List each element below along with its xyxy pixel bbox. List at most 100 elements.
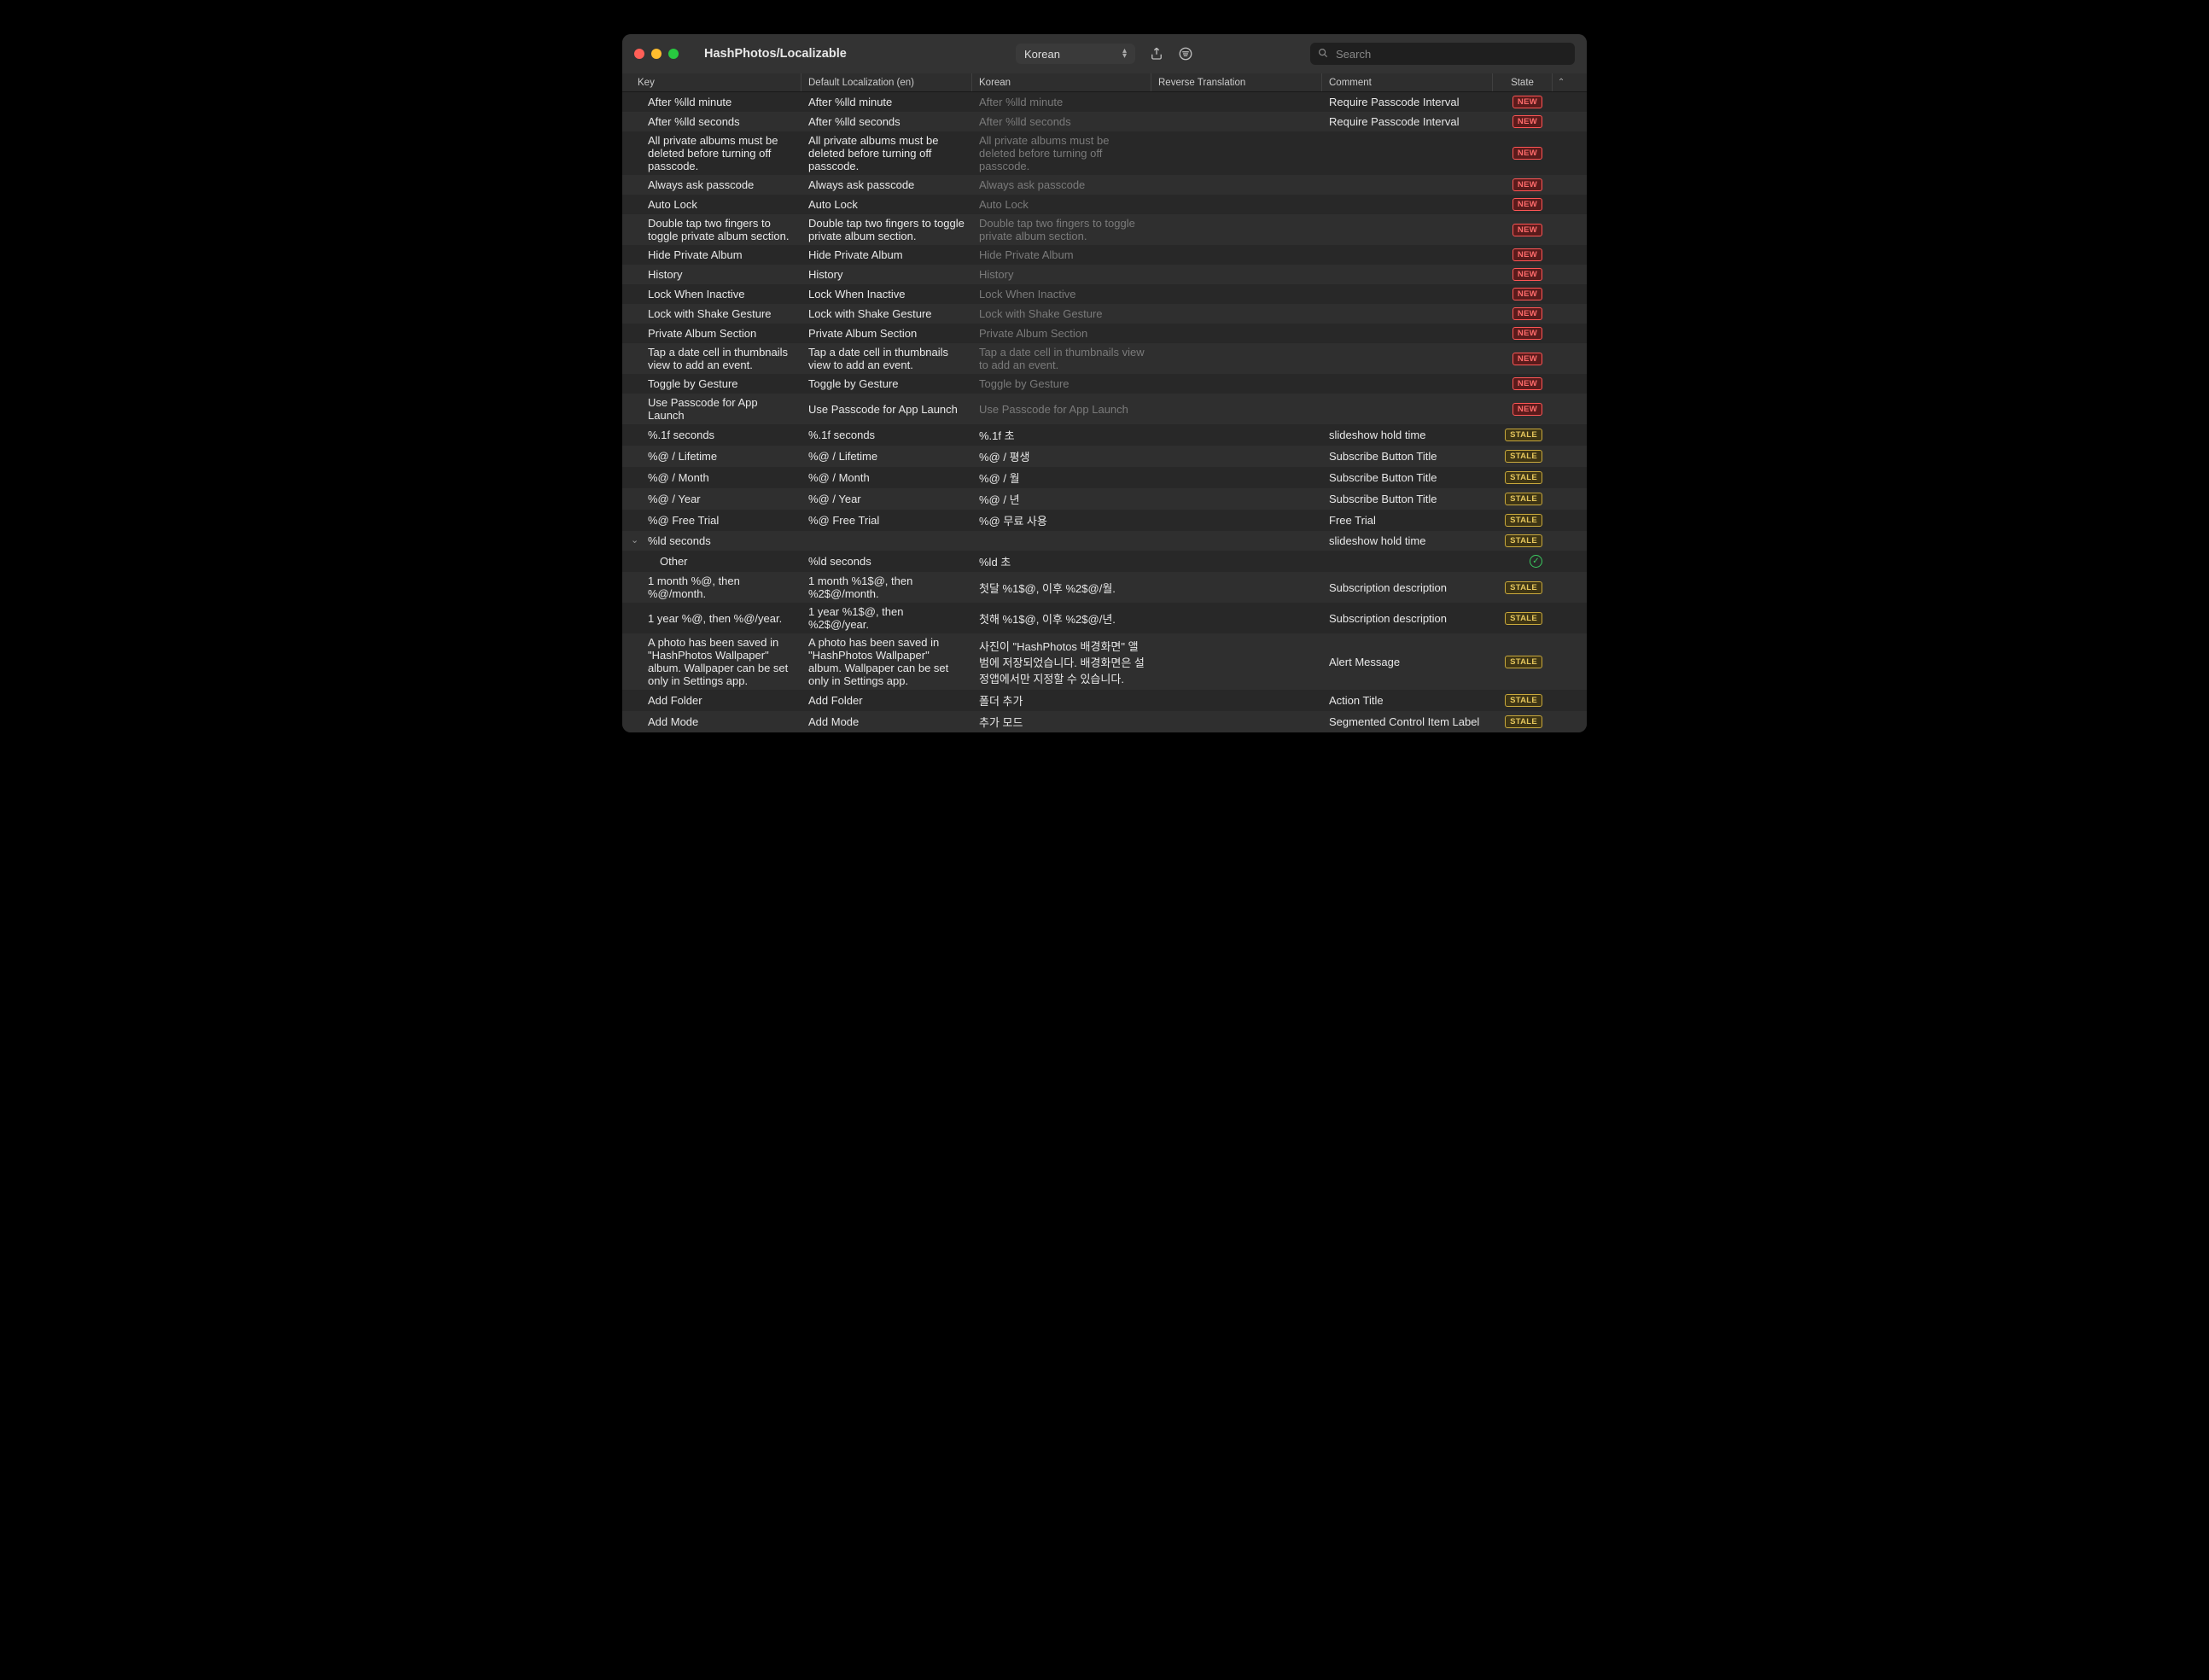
cell-state: NEW [1493, 115, 1570, 128]
search-container [1310, 43, 1575, 65]
table-row[interactable]: After %lld secondsAfter %lld secondsAfte… [622, 112, 1587, 131]
cell-state: NEW [1493, 403, 1570, 416]
cell-default: After %lld seconds [801, 115, 972, 128]
cell-korean[interactable]: %@ 무료 사용 [972, 512, 1151, 528]
table-row[interactable]: Toggle by GestureToggle by GestureToggle… [622, 374, 1587, 394]
table-row[interactable]: After %lld minuteAfter %lld minuteAfter … [622, 92, 1587, 112]
cell-korean[interactable]: All private albums must be deleted befor… [972, 134, 1151, 172]
table-row[interactable]: %@ / Year%@ / Year%@ / 년Subscribe Button… [622, 488, 1587, 510]
filter-icon[interactable] [1178, 46, 1193, 61]
table-row[interactable]: 1 year %@, then %@/year.1 year %1$@, the… [622, 603, 1587, 633]
cell-korean[interactable]: Hide Private Album [972, 248, 1151, 261]
table-row[interactable]: Always ask passcodeAlways ask passcodeAl… [622, 175, 1587, 195]
cell-state: NEW [1493, 268, 1570, 281]
cell-korean[interactable]: History [972, 268, 1151, 281]
window-title: HashPhotos/Localizable [704, 47, 847, 61]
col-reverse[interactable]: Reverse Translation [1151, 73, 1322, 91]
col-korean[interactable]: Korean [972, 73, 1151, 91]
cell-default: After %lld minute [801, 96, 972, 108]
table-row[interactable]: Auto LockAuto LockAuto LockNEW [622, 195, 1587, 214]
table-row[interactable]: Double tap two fingers to toggle private… [622, 214, 1587, 245]
cell-state: NEW [1493, 147, 1570, 160]
table-row[interactable]: Lock When InactiveLock When InactiveLock… [622, 284, 1587, 304]
cell-key: Auto Lock [622, 198, 801, 211]
language-select[interactable]: Korean ▴▾ [1016, 44, 1135, 64]
cell-state: STALE [1493, 471, 1570, 484]
state-badge-new: NEW [1512, 307, 1542, 320]
table-row[interactable]: 1 month %@, then %@/month.1 month %1$@, … [622, 572, 1587, 603]
cell-state: STALE [1493, 612, 1570, 625]
cell-korean[interactable]: 첫해 %1$@, 이후 %2$@/년. [972, 610, 1151, 627]
table-row[interactable]: Hide Private AlbumHide Private AlbumHide… [622, 245, 1587, 265]
state-badge-stale: STALE [1505, 612, 1542, 625]
cell-korean[interactable]: Auto Lock [972, 198, 1151, 211]
col-sort-indicator[interactable]: ⌃ [1553, 73, 1570, 91]
table-row[interactable]: Tap a date cell in thumbnails view to ad… [622, 343, 1587, 374]
table-row[interactable]: Lock with Shake GestureLock with Shake G… [622, 304, 1587, 324]
table-row[interactable]: Other%ld seconds%ld 초✓ [622, 551, 1587, 572]
search-input[interactable] [1310, 43, 1575, 65]
close-button[interactable] [634, 49, 644, 59]
zoom-button[interactable] [668, 49, 679, 59]
cell-key: Add Folder [622, 694, 801, 707]
cell-korean[interactable]: %@ / 년 [972, 491, 1151, 507]
table-row[interactable]: ⌄%ld secondsslideshow hold timeSTALE [622, 531, 1587, 551]
cell-korean[interactable]: Private Album Section [972, 327, 1151, 340]
cell-korean[interactable]: Double tap two fingers to toggle private… [972, 217, 1151, 242]
cell-korean[interactable]: Lock with Shake Gesture [972, 307, 1151, 320]
table-row[interactable]: A photo has been saved in "HashPhotos Wa… [622, 633, 1587, 690]
table-row[interactable]: Use Passcode for App Launch Use Passcode … [622, 394, 1587, 424]
cell-default: %@ / Month [801, 471, 972, 484]
col-state[interactable]: State [1493, 73, 1553, 91]
cell-korean[interactable]: 폴더 추가 [972, 692, 1151, 709]
table-row[interactable]: %@ / Month%@ / Month%@ / 월Subscribe Butt… [622, 467, 1587, 488]
cell-korean[interactable]: 추가 모드 [972, 714, 1151, 730]
cell-korean[interactable]: 사진이 "HashPhotos 배경화면" 앨범에 저장되었습니다. 배경화면은… [972, 638, 1151, 686]
disclosure-icon[interactable]: ⌄ [631, 534, 638, 545]
titlebar: HashPhotos/Localizable Korean ▴▾ [622, 34, 1587, 73]
cell-state: STALE [1493, 581, 1570, 594]
table-row[interactable]: Private Album SectionPrivate Album Secti… [622, 324, 1587, 343]
state-badge-stale: STALE [1505, 715, 1542, 728]
cell-default: %@ Free Trial [801, 514, 972, 527]
cell-korean[interactable]: After %lld minute [972, 96, 1151, 108]
table-row[interactable]: %@ / Lifetime%@ / Lifetime%@ / 평생Subscri… [622, 446, 1587, 467]
cell-state: NEW [1493, 377, 1570, 390]
table-row[interactable]: %.1f seconds%.1f seconds%.1f 초slideshow … [622, 424, 1587, 446]
table-row[interactable]: HistoryHistoryHistoryNEW [622, 265, 1587, 284]
col-comment[interactable]: Comment [1322, 73, 1493, 91]
cell-korean[interactable]: 첫달 %1$@, 이후 %2$@/월. [972, 580, 1151, 596]
cell-state: STALE [1493, 534, 1570, 547]
table-row[interactable]: Add ModeAdd Mode추가 모드Segmented Control I… [622, 711, 1587, 732]
cell-korean[interactable]: %@ / 월 [972, 470, 1151, 486]
export-icon[interactable] [1149, 46, 1164, 61]
language-select-value: Korean [1024, 48, 1060, 61]
cell-korean[interactable]: Lock When Inactive [972, 288, 1151, 300]
cell-key: Hide Private Album [622, 248, 801, 261]
col-key[interactable]: Key [622, 73, 801, 91]
col-default[interactable]: Default Localization (en) [801, 73, 972, 91]
cell-default: Private Album Section [801, 327, 972, 340]
cell-default: Always ask passcode [801, 178, 972, 191]
cell-default: Add Mode [801, 715, 972, 728]
cell-key: Use Passcode for App Launch [622, 396, 801, 422]
cell-key: %.1f seconds [622, 429, 801, 441]
cell-korean[interactable]: Toggle by Gesture [972, 377, 1151, 390]
cell-korean[interactable]: Tap a date cell in thumbnails view to ad… [972, 346, 1151, 371]
minimize-button[interactable] [651, 49, 662, 59]
cell-state: NEW [1493, 224, 1570, 236]
table-row[interactable]: Add FolderAdd Folder폴더 추가Action TitleSTA… [622, 690, 1587, 711]
cell-korean[interactable]: Always ask passcode [972, 178, 1151, 191]
cell-comment: Alert Message [1322, 656, 1493, 668]
cell-default: Toggle by Gesture [801, 377, 972, 390]
state-badge-new: NEW [1512, 115, 1542, 128]
state-badge-new: NEW [1512, 353, 1542, 365]
cell-korean[interactable]: %@ / 평생 [972, 448, 1151, 464]
table-row[interactable]: All private albums must be deleted befor… [622, 131, 1587, 175]
cell-korean[interactable]: After %lld seconds [972, 115, 1151, 128]
table-row[interactable]: %@ Free Trial%@ Free Trial%@ 무료 사용Free T… [622, 510, 1587, 531]
cell-state: ✓ [1493, 555, 1570, 568]
cell-korean[interactable]: %.1f 초 [972, 427, 1151, 443]
cell-korean[interactable]: %ld 초 [972, 553, 1151, 569]
cell-korean[interactable]: Use Passcode for App Launch [972, 403, 1151, 416]
